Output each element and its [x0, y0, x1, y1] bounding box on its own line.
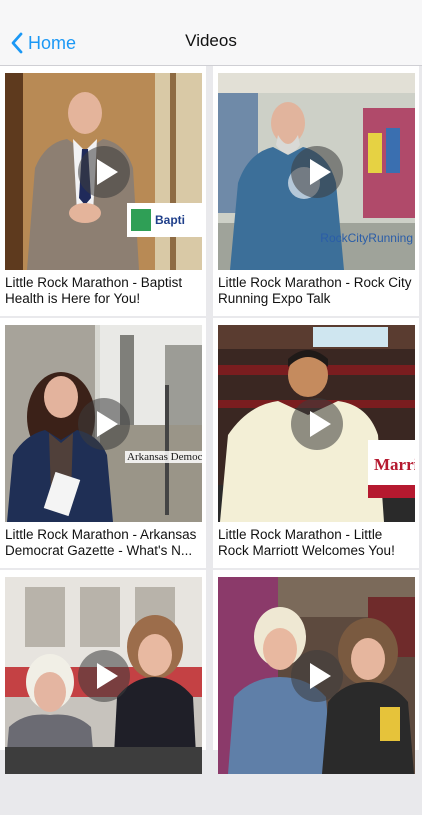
video-card[interactable]	[0, 570, 206, 774]
video-title: Little Rock Marathon - Little Rock Marri…	[218, 527, 395, 558]
play-button[interactable]	[77, 649, 130, 702]
navigation-bar: Home Videos	[0, 0, 422, 66]
play-button[interactable]	[290, 649, 343, 702]
play-icon	[309, 158, 331, 185]
video-thumbnail: RockCityRunning	[218, 73, 415, 270]
video-card[interactable]	[213, 570, 419, 774]
video-card[interactable]: Arkansas Democr Little Rock Marathon - A…	[0, 318, 206, 568]
video-title	[218, 774, 415, 815]
video-title: Little Rock Marathon - Arkansas Democrat…	[5, 527, 197, 558]
video-thumbnail	[5, 577, 202, 774]
video-card[interactable]: Bapti Little Rock Marathon - Baptist Hea…	[0, 66, 206, 316]
video-thumbnail	[218, 577, 415, 774]
play-icon	[96, 410, 118, 437]
play-icon	[309, 662, 331, 689]
sponsor-overlay-text: Bapti	[155, 213, 185, 227]
video-card[interactable]: RockCityRunning Little Rock Marathon - R…	[213, 66, 419, 316]
play-button[interactable]	[77, 145, 130, 198]
video-thumbnail: Marri	[218, 325, 415, 522]
play-button[interactable]	[290, 145, 343, 198]
play-icon	[309, 410, 331, 437]
sponsor-overlay-text: RockCityRunning	[320, 231, 413, 245]
sponsor-overlay-text: Marri	[374, 455, 415, 474]
video-grid: Bapti Little Rock Marathon - Baptist Hea…	[0, 66, 422, 774]
video-title: Little Rock Marathon - Baptist Health is…	[5, 275, 183, 306]
video-thumbnail: Bapti	[5, 73, 202, 270]
play-icon	[96, 662, 118, 689]
video-title: Little Rock Marathon - Rock City Running…	[218, 275, 412, 306]
video-title	[5, 774, 202, 815]
video-card[interactable]: Marri Little Rock Marathon - Little Rock…	[213, 318, 419, 568]
video-thumbnail: Arkansas Democr	[5, 325, 202, 522]
play-button[interactable]	[77, 397, 130, 450]
play-button[interactable]	[290, 397, 343, 450]
play-icon	[96, 158, 118, 185]
sponsor-overlay-text: Arkansas Democr	[125, 451, 202, 463]
page-title: Videos	[185, 31, 237, 50]
